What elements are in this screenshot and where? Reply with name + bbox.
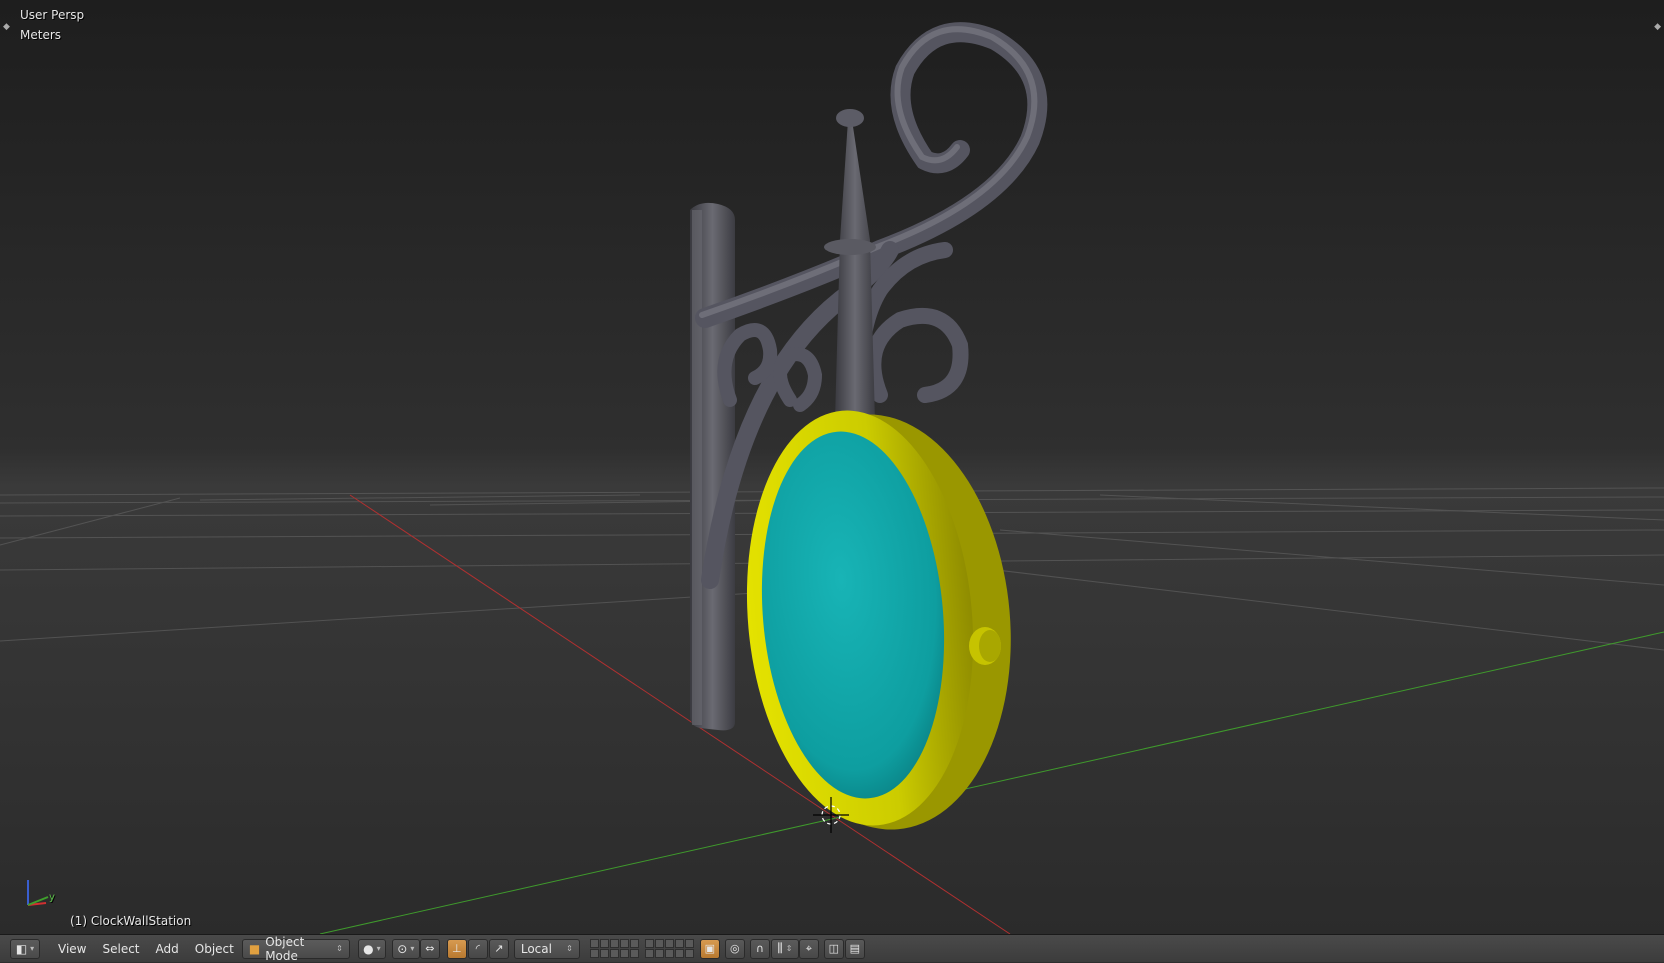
viewport-scene xyxy=(0,22,1664,934)
pivot-point-icon: ⊙ xyxy=(397,941,408,956)
magnet-icon: ∩ xyxy=(755,942,764,955)
snap-target-icon: ⌖ xyxy=(805,941,812,955)
layers-grid-a[interactable] xyxy=(589,939,639,958)
finial xyxy=(835,120,875,420)
mode-label: Object Mode xyxy=(265,934,305,963)
rotate-manipulator[interactable]: ◜ xyxy=(467,938,488,959)
manipulator-toggle[interactable]: ⇔ xyxy=(419,938,440,959)
corner-split-handle-left[interactable]: ◆ xyxy=(3,22,10,32)
scale-manipulator[interactable]: ↗ xyxy=(488,938,509,959)
axis-widget xyxy=(27,880,49,906)
corner-split-handle-right[interactable]: ◆ xyxy=(1654,22,1661,32)
orientation-selector[interactable]: Local ⇕ xyxy=(513,938,580,959)
viewport-header: ◧ ▾ View Select Add Object ■ Object Mode … xyxy=(0,934,1664,963)
snap-increment-icon: ⫼ xyxy=(777,941,783,955)
axis-y-label: y xyxy=(49,892,55,903)
proportional-edit-icon: ◎ xyxy=(730,942,740,955)
3d-viewport[interactable]: User Persp Meters y (1) ClockWallStation… xyxy=(0,0,1664,934)
snap-element-selector[interactable]: ⫼ ⇕ xyxy=(770,938,799,959)
render-animation-button[interactable]: ▤ xyxy=(844,938,865,959)
menu-view[interactable]: View xyxy=(50,939,94,959)
clapperboard-icon: ▤ xyxy=(849,942,861,955)
scale-icon: ↗ xyxy=(494,942,504,955)
pivot-selector[interactable]: ⊙ ▾ xyxy=(391,938,420,959)
lock-camera-button[interactable]: ▣ xyxy=(699,938,720,959)
orientation-label: Local xyxy=(520,941,552,956)
active-object-label: (1) ClockWallStation xyxy=(70,914,192,928)
translate-manipulator[interactable]: ⊥ xyxy=(446,938,467,959)
layer-lock-icon: ▣ xyxy=(704,942,716,955)
manipulator-icon: ⇔ xyxy=(425,942,435,955)
proportional-edit-button[interactable]: ◎ xyxy=(724,938,745,959)
units-label: Meters xyxy=(20,28,62,42)
camera-icon: ◫ xyxy=(828,942,840,955)
3d-view-icon: ◧ xyxy=(15,941,28,956)
snap-target-button[interactable]: ⌖ xyxy=(798,938,819,959)
solid-shading-icon: ● xyxy=(363,941,374,956)
menu-add[interactable]: Add xyxy=(148,939,187,959)
view-name-label: User Persp xyxy=(20,8,85,22)
rotate-icon: ◜ xyxy=(475,942,480,955)
layers-grid-b[interactable] xyxy=(644,939,694,958)
render-still-button[interactable]: ◫ xyxy=(823,938,844,959)
menu-object[interactable]: Object xyxy=(187,939,242,959)
shading-selector[interactable]: ● ▾ xyxy=(357,938,386,959)
snap-toggle[interactable]: ∩ xyxy=(749,938,770,959)
editor-type-button[interactable]: ◧ ▾ xyxy=(10,938,40,959)
translate-icon: ⊥ xyxy=(452,942,462,955)
cube-icon: ■ xyxy=(248,941,261,956)
mode-selector[interactable]: ■ Object Mode ⇕ xyxy=(241,935,350,963)
menu-select[interactable]: Select xyxy=(94,939,147,959)
